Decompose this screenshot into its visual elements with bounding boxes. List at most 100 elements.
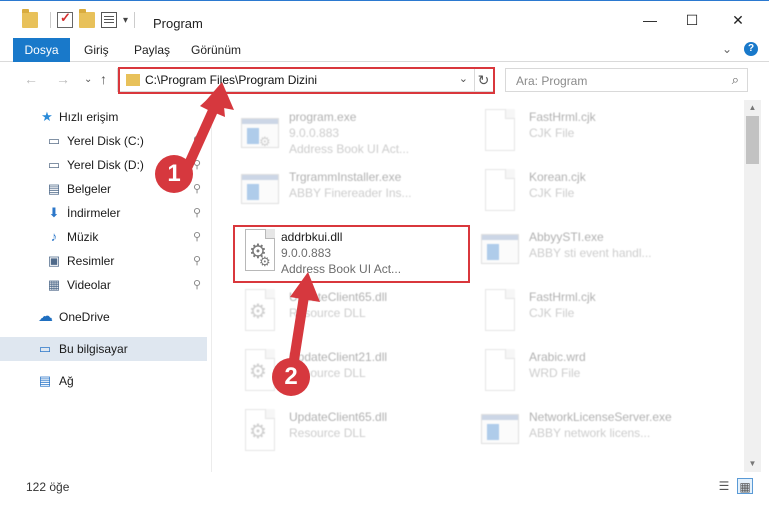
sidebar-item-label: İndirmeler xyxy=(67,206,121,220)
help-icon[interactable]: ? xyxy=(744,42,758,56)
list-item[interactable]: FastHrml.cjk CJK File xyxy=(471,104,696,160)
list-item[interactable]: Korean.cjk CJK File xyxy=(471,164,696,220)
pin-icon[interactable]: ⚲ xyxy=(193,254,201,267)
expand-ribbon-icon[interactable]: ⌄ xyxy=(722,42,732,56)
sidebar-item-label: Belgeler xyxy=(67,182,112,196)
tab-paylas[interactable]: Paylaş xyxy=(134,38,170,62)
list-item[interactable]: ⚙ UpdateClient65.dll Resource DLL xyxy=(231,404,456,460)
sidebar-item-label: Hızlı erişim xyxy=(59,110,119,124)
file-name: TrgrammInstaller.exe xyxy=(289,170,402,184)
list-item[interactable]: TrgrammInstaller.exe ABBY Finereader Ins… xyxy=(231,164,456,220)
sidebar-item-quick-access[interactable]: ★ Hızlı erişim xyxy=(0,105,207,129)
sidebar-item-music[interactable]: ♪ Müzik ⚲ xyxy=(0,225,207,249)
dll-icon: ⚙ xyxy=(239,288,279,334)
file-name: program.exe xyxy=(289,110,357,124)
sidebar-item-label: Resimler xyxy=(67,254,115,268)
pin-icon[interactable]: ⚲ xyxy=(193,134,201,147)
list-item[interactable]: AbbyySTI.exe ABBY sti event handl... xyxy=(471,224,696,280)
step-2-badge: 2 xyxy=(272,358,310,396)
window-title: Program xyxy=(153,16,203,31)
sidebar-item-pictures[interactable]: ▣ Resimler ⚲ xyxy=(0,249,207,273)
sidebar-item-this-pc[interactable]: ▭ Bu bilgisayar xyxy=(0,337,207,361)
file-type: CJK File xyxy=(529,126,575,140)
list-item[interactable]: FastHrml.cjk CJK File xyxy=(471,284,696,340)
list-item[interactable]: ⚙ UpdateClient21.dll Resource DLL xyxy=(231,344,456,400)
properties-check-icon[interactable] xyxy=(57,10,73,28)
file-type: CJK File xyxy=(529,186,575,200)
drive-icon: ▭ xyxy=(47,133,61,148)
pin-icon[interactable]: ⚲ xyxy=(193,278,201,291)
tab-dosya[interactable]: Dosya xyxy=(13,38,70,62)
details-view-icon[interactable]: ☰ xyxy=(716,478,732,494)
exe-icon: ⚙ xyxy=(239,108,279,154)
tab-gorunum[interactable]: Görünüm xyxy=(191,38,241,62)
minimize-button[interactable]: — xyxy=(627,1,673,39)
sidebar-item-label: Müzik xyxy=(67,230,99,244)
file-name: AbbyySTI.exe xyxy=(529,230,604,244)
pin-icon[interactable]: ⚲ xyxy=(193,206,201,219)
file-version: 9.0.0.883 xyxy=(289,126,340,140)
list-item[interactable]: ⚙ UpdateClient65.dll Resource DLL xyxy=(231,284,456,340)
forward-button[interactable]: → xyxy=(56,71,70,87)
file-type: WRD File xyxy=(529,366,581,380)
folder-icon[interactable] xyxy=(22,9,38,28)
sidebar-item-videos[interactable]: ▦ Videolar ⚲ xyxy=(0,273,207,297)
list-item[interactable]: ⚙ program.exe 9.0.0.883 Address Book UI … xyxy=(231,104,456,160)
pin-icon[interactable]: ⚲ xyxy=(193,158,201,171)
scroll-thumb[interactable] xyxy=(746,116,759,164)
pin-icon[interactable]: ⚲ xyxy=(193,182,201,195)
divider xyxy=(134,12,136,28)
window-icon xyxy=(239,168,279,214)
sidebar-item-label: Yerel Disk (C:) xyxy=(67,134,144,148)
status-bar: 122 öğe ☰ ▦ xyxy=(0,472,769,512)
properties-icon[interactable] xyxy=(101,12,117,28)
address-highlight-box xyxy=(118,67,495,94)
sidebar-item-network[interactable]: ▤ Ağ xyxy=(0,369,207,393)
cloud-icon: ☁ xyxy=(38,308,53,325)
network-icon: ▤ xyxy=(38,373,52,388)
vertical-scrollbar[interactable]: ▲ ▼ xyxy=(744,100,761,472)
file-name: UpdateClient65.dll xyxy=(289,410,388,424)
download-icon: ⬇ xyxy=(48,205,60,220)
recent-locations-icon[interactable]: ⌄ xyxy=(84,74,92,85)
close-button[interactable]: ✕ xyxy=(715,1,761,39)
file-name: FastHrml.cjk xyxy=(529,290,596,304)
customize-chevron-icon[interactable]: ▾ xyxy=(123,15,128,26)
drive-icon: ▭ xyxy=(47,157,61,172)
list-item[interactable]: NetworkLicenseServer.exe ABBY network li… xyxy=(471,404,696,460)
sidebar-item-label: OneDrive xyxy=(59,310,110,324)
documents-icon: ▤ xyxy=(47,181,61,196)
tab-giris[interactable]: Giriş xyxy=(84,38,109,62)
divider xyxy=(50,12,51,28)
list-item[interactable]: Arabic.wrd WRD File xyxy=(471,344,696,400)
doc-icon xyxy=(479,108,519,154)
file-highlight-box xyxy=(233,225,470,283)
new-folder-icon[interactable] xyxy=(79,9,95,28)
videos-icon: ▦ xyxy=(47,277,61,292)
step-1-badge: 1 xyxy=(155,155,193,193)
file-name: Korean.cjk xyxy=(529,170,586,184)
search-placeholder: Ara: Program xyxy=(516,74,588,88)
file-type: Resource DLL xyxy=(289,426,366,440)
maximize-button[interactable]: ☐ xyxy=(669,1,715,39)
scroll-up-icon[interactable]: ▲ xyxy=(744,100,761,116)
sidebar-item-label: Ağ xyxy=(59,374,74,388)
search-icon[interactable]: ⌕ xyxy=(732,72,739,88)
file-name: FastHrml.cjk xyxy=(529,110,596,124)
sidebar-item-downloads[interactable]: ⬇ İndirmeler ⚲ xyxy=(0,201,207,225)
up-button[interactable]: ↑ xyxy=(100,71,107,87)
sidebar-item-local-disk-c[interactable]: ▭ Yerel Disk (C:) ⚲ xyxy=(0,129,207,153)
back-button[interactable]: ← xyxy=(24,71,38,87)
music-icon: ♪ xyxy=(50,229,58,244)
window-icon xyxy=(479,408,519,454)
file-name: NetworkLicenseServer.exe xyxy=(529,410,672,424)
sidebar-item-onedrive[interactable]: ☁ OneDrive xyxy=(0,305,207,329)
file-type: CJK File xyxy=(529,306,575,320)
item-count: 122 öğe xyxy=(26,480,70,494)
large-icons-view-icon[interactable]: ▦ xyxy=(737,478,753,494)
pin-icon[interactable]: ⚲ xyxy=(193,230,201,243)
search-box[interactable]: Ara: Program ⌕ xyxy=(505,68,748,92)
scroll-down-icon[interactable]: ▼ xyxy=(744,456,761,472)
file-name: Arabic.wrd xyxy=(529,350,586,364)
doc-icon xyxy=(479,288,519,334)
